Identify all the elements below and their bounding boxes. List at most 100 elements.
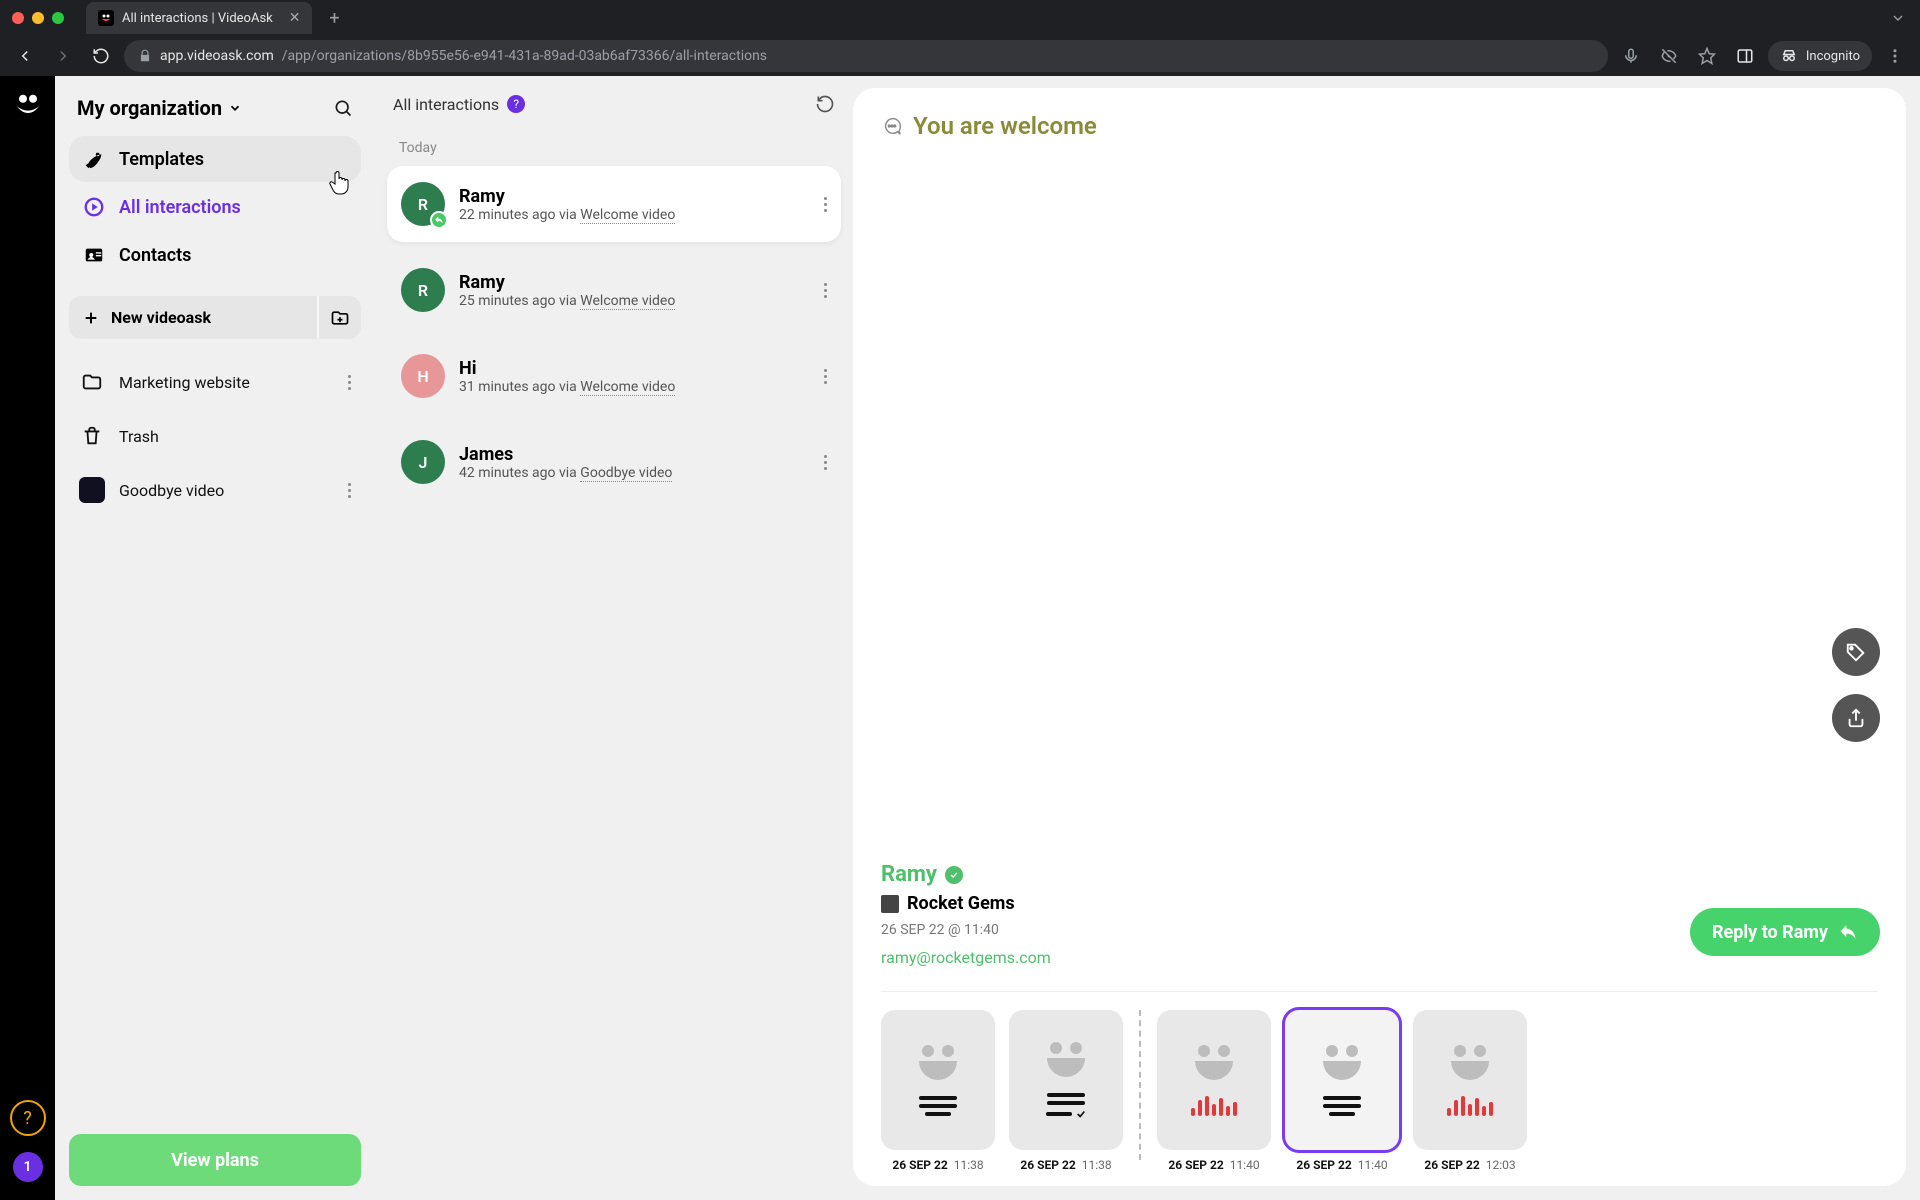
audio-type-icon (1447, 1096, 1493, 1116)
interactions-title: All interactions (393, 95, 499, 114)
card-more-icon[interactable] (824, 369, 827, 384)
chevron-down-icon (228, 101, 242, 115)
interaction-card[interactable]: H Hi 31 minutes ago via Welcome video (387, 338, 841, 414)
interaction-card[interactable]: R Ramy 22 minutes ago via Welcome video (387, 166, 841, 242)
thumb-date: 26 SEP 22 (892, 1158, 947, 1172)
search-icon (333, 98, 353, 118)
chat-bubble-icon (881, 115, 903, 137)
interaction-time: 22 minutes ago (459, 207, 556, 223)
incognito-icon (1780, 47, 1798, 65)
thumbnail-strip: 26 SEP 2211:38 26 SEP 2211:38 26 SEP 221… (881, 991, 1878, 1172)
org-name-label: My organization (77, 96, 222, 120)
interactions-list: R Ramy 22 minutes ago via Welcome video … (387, 166, 841, 500)
org-selector[interactable]: My organization (77, 96, 242, 120)
folder-marketing-website[interactable]: Marketing website (69, 359, 361, 405)
forward-button[interactable] (48, 41, 78, 71)
card-more-icon[interactable] (824, 455, 827, 470)
left-rail: ? 1 (0, 76, 55, 1200)
star-icon[interactable] (1692, 41, 1722, 71)
help-badge-icon[interactable]: ? (507, 95, 525, 113)
back-button[interactable] (10, 41, 40, 71)
browser-tab[interactable]: All interactions | VideoAsk ✕ (86, 2, 312, 34)
maximize-window-icon[interactable] (52, 12, 64, 24)
search-button[interactable] (333, 98, 353, 118)
detail-card: You are welcome Ramy Rocket Gems 26 SEP … (853, 88, 1906, 1186)
avatar: H (401, 354, 445, 398)
notification-badge[interactable]: 1 (13, 1152, 43, 1182)
folder-more-icon[interactable] (348, 375, 351, 390)
share-button[interactable] (1832, 694, 1880, 742)
new-videoask-button[interactable]: New videoask (69, 296, 317, 339)
separator (1139, 1010, 1141, 1160)
interaction-source-link[interactable]: Welcome video (580, 379, 675, 396)
interaction-card[interactable]: J James 42 minutes ago via Goodbye video (387, 424, 841, 500)
contact-name[interactable]: Ramy (881, 862, 1878, 887)
url-host: app.videoask.com (160, 48, 274, 64)
eye-off-icon[interactable] (1654, 41, 1684, 71)
sidebar: My organization Templates All interactio… (55, 76, 375, 1200)
interaction-source-link[interactable]: Welcome video (580, 207, 675, 224)
thumb-date: 26 SEP 22 (1168, 1158, 1223, 1172)
thumbnail-item-selected[interactable]: 26 SEP 2211:40 (1285, 1010, 1399, 1172)
card-more-icon[interactable] (824, 283, 827, 298)
audio-type-icon (1191, 1096, 1237, 1116)
folder-goodbye-video[interactable]: Goodbye video (69, 467, 361, 513)
view-plans-button[interactable]: View plans (69, 1134, 361, 1186)
sidebar-item-label: Contacts (119, 245, 191, 266)
interaction-name: Ramy (459, 186, 810, 207)
thumb-date: 26 SEP 22 (1296, 1158, 1351, 1172)
view-plans-label: View plans (171, 1150, 259, 1171)
interaction-time: 31 minutes ago (459, 379, 556, 395)
tag-button[interactable] (1832, 628, 1880, 676)
minimize-window-icon[interactable] (32, 12, 44, 24)
folder-trash[interactable]: Trash (69, 413, 361, 459)
panel-icon[interactable] (1730, 41, 1760, 71)
new-tab-button[interactable]: + (320, 4, 348, 32)
thumbnail-item[interactable]: 26 SEP 2212:03 (1413, 1010, 1527, 1172)
tabs-dropdown-icon[interactable] (1890, 10, 1906, 26)
videoask-logo-icon[interactable] (13, 90, 43, 120)
tab-close-icon[interactable]: ✕ (289, 10, 301, 26)
close-window-icon[interactable] (12, 12, 24, 24)
company-icon (881, 895, 899, 913)
interaction-source-link[interactable]: Goodbye video (580, 465, 672, 482)
lock-icon (138, 49, 152, 63)
reply-button[interactable]: Reply to Ramy (1690, 908, 1880, 956)
mic-icon[interactable] (1616, 41, 1646, 71)
video-thumb-icon (79, 477, 105, 503)
reply-icon (1838, 922, 1858, 942)
folder-label: Goodbye video (119, 481, 224, 500)
sidebar-item-all-interactions[interactable]: All interactions (69, 184, 361, 230)
interaction-source-link[interactable]: Welcome video (580, 293, 675, 310)
notification-count: 1 (24, 1159, 32, 1175)
interaction-card[interactable]: R Ramy 25 minutes ago via Welcome video (387, 252, 841, 328)
refresh-button[interactable] (815, 94, 835, 114)
folder-label: Trash (119, 427, 159, 446)
interaction-name: Hi (459, 358, 810, 379)
incognito-badge[interactable]: Incognito (1768, 41, 1872, 71)
thumbnail-item[interactable]: 26 SEP 2211:38 (881, 1010, 995, 1172)
company-name: Rocket Gems (907, 893, 1015, 914)
reload-button[interactable] (86, 41, 116, 71)
address-bar[interactable]: app.videoask.com/app/organizations/8b955… (124, 40, 1608, 72)
folder-label: Marketing website (119, 373, 250, 392)
interaction-time: 25 minutes ago (459, 293, 556, 309)
refresh-icon (815, 94, 835, 114)
tab-title: All interactions | VideoAsk (122, 11, 273, 26)
sidebar-item-contacts[interactable]: Contacts (69, 232, 361, 278)
help-button[interactable]: ? (10, 1100, 46, 1136)
app-body: ? 1 My organization Templates All intera… (0, 76, 1920, 1200)
thumbnail-item[interactable]: 26 SEP 2211:40 (1157, 1010, 1271, 1172)
import-button[interactable] (317, 296, 361, 339)
folder-more-icon[interactable] (348, 483, 351, 498)
window-controls[interactable] (12, 12, 64, 24)
interaction-time: 42 minutes ago (459, 465, 556, 481)
url-path: /app/organizations/8b955e56-e941-431a-89… (282, 48, 767, 64)
kebab-menu-icon[interactable] (1880, 41, 1910, 71)
card-more-icon[interactable] (824, 197, 827, 212)
new-videoask-label: New videoask (111, 308, 211, 327)
sidebar-item-templates[interactable]: Templates (69, 136, 361, 182)
thumbnail-item[interactable]: 26 SEP 2211:38 (1009, 1010, 1123, 1172)
trash-icon (79, 423, 105, 449)
sidebar-item-label: Templates (119, 149, 204, 170)
